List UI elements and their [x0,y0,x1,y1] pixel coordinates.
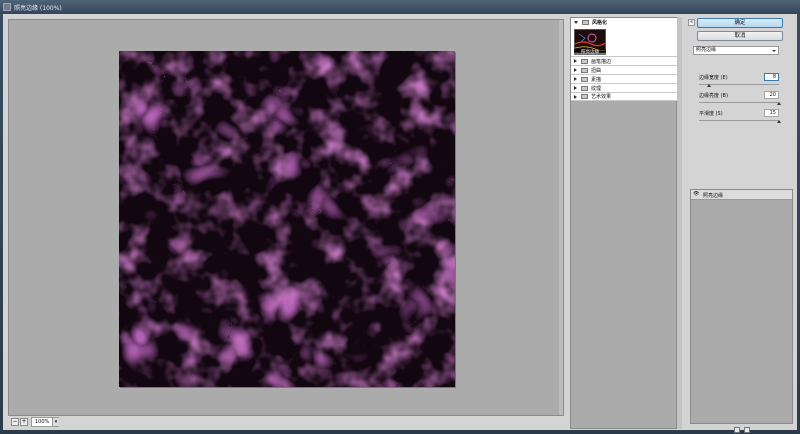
category-label: 艺术效果 [591,94,612,100]
category-row[interactable]: 画笔描边 [571,56,677,65]
preview-area [8,19,564,416]
folder-icon [581,67,588,73]
folder-icon [581,58,588,64]
category-row[interactable]: 艺术效果 [571,92,677,101]
effect-layer-row[interactable]: 👁 照亮边缘 [691,190,792,200]
zoom-in-button[interactable]: + [20,418,28,426]
category-row[interactable]: 扭曲 [571,65,677,74]
slider-thumb[interactable] [777,102,781,105]
slider-track[interactable] [699,102,779,103]
chevron-down-icon [772,50,776,52]
new-effect-layer-icon[interactable] [734,427,740,433]
window-title: 照亮边缘 (100%) [14,5,62,12]
collapse-gallery-button[interactable]: « [688,19,695,26]
category-label: 扭曲 [591,67,602,74]
folder-icon [581,76,588,82]
status-bar: − + 100% ▾ [8,417,564,429]
app-icon [3,3,11,11]
collapsed-triangle-icon [574,68,577,72]
effect-layer-label: 照亮边缘 [703,193,724,199]
preview-canvas[interactable] [119,51,455,387]
param-value-field[interactable]: 8 [764,73,779,81]
param-label: 边缘亮度 (B) [699,93,728,99]
filter-gallery-panel: 风格化 照亮边缘 画笔描边 扭曲 素描 纹理 艺术效果 [570,17,677,429]
thumbnail-caption: 照亮边缘 [574,49,606,55]
filter-select[interactable]: 照亮边缘 [693,46,779,55]
slider-thumb[interactable] [707,84,712,87]
param-edge-brightness: 边缘亮度 (B) 20 [699,91,781,108]
folder-icon [581,94,588,99]
collapsed-triangle-icon [574,77,577,81]
expand-triangle-icon [574,21,578,24]
cancel-button[interactable]: 取消 [697,31,783,41]
filter-gallery-dialog: − + 100% ▾ 风格化 照亮边缘 画笔描边 扭曲 素描 纹理 艺术效果 «… [3,14,797,433]
zoom-level-value: 100% [35,419,50,425]
category-label: 纹理 [591,85,602,92]
delete-effect-layer-icon[interactable] [744,427,750,433]
category-row[interactable]: 纹理 [571,83,677,92]
folder-icon [581,85,588,91]
filter-select-value: 照亮边缘 [696,47,717,53]
effect-layers-panel: 👁 照亮边缘 [690,189,793,424]
param-label: 平滑度 (S) [699,111,723,117]
gallery-scrollbar[interactable] [677,17,682,429]
param-label: 边缘宽度 (E) [699,75,728,81]
collapsed-triangle-icon [574,59,577,63]
folder-icon [582,20,589,25]
slider-thumb[interactable] [777,120,781,123]
collapsed-triangle-icon [574,86,577,90]
category-label: 素描 [591,76,602,83]
ok-button[interactable]: 确定 [697,18,783,28]
slider-track[interactable] [699,120,779,121]
zoom-out-button[interactable]: − [11,418,19,426]
app-window: 照亮边缘 (100%) − + 100% ▾ 风格化 照亮边缘 画笔描边 扭曲 … [0,0,800,433]
param-edge-width: 边缘宽度 (E) 8 [699,73,779,90]
category-stylize[interactable]: 风格化 照亮边缘 [571,18,677,56]
category-row[interactable]: 素描 [571,74,677,83]
eye-icon[interactable]: 👁 [693,192,699,197]
title-bar: 照亮边缘 (100%) [0,0,800,14]
category-label: 风格化 [592,20,608,26]
category-label: 画笔描边 [591,58,612,65]
preview-scrollbar[interactable] [559,20,563,415]
zoom-dropdown-button[interactable]: ▾ [52,418,59,426]
param-smoothness: 平滑度 (S) 15 [699,109,781,126]
texture-image [119,51,455,387]
param-value-field[interactable]: 20 [764,91,779,99]
param-value-field[interactable]: 15 [764,109,779,117]
settings-panel: « 确定 取消 照亮边缘 边缘宽度 (E) 8 边缘亮度 (B) 20 平滑度 … [687,17,793,433]
collapsed-triangle-icon [574,94,577,99]
